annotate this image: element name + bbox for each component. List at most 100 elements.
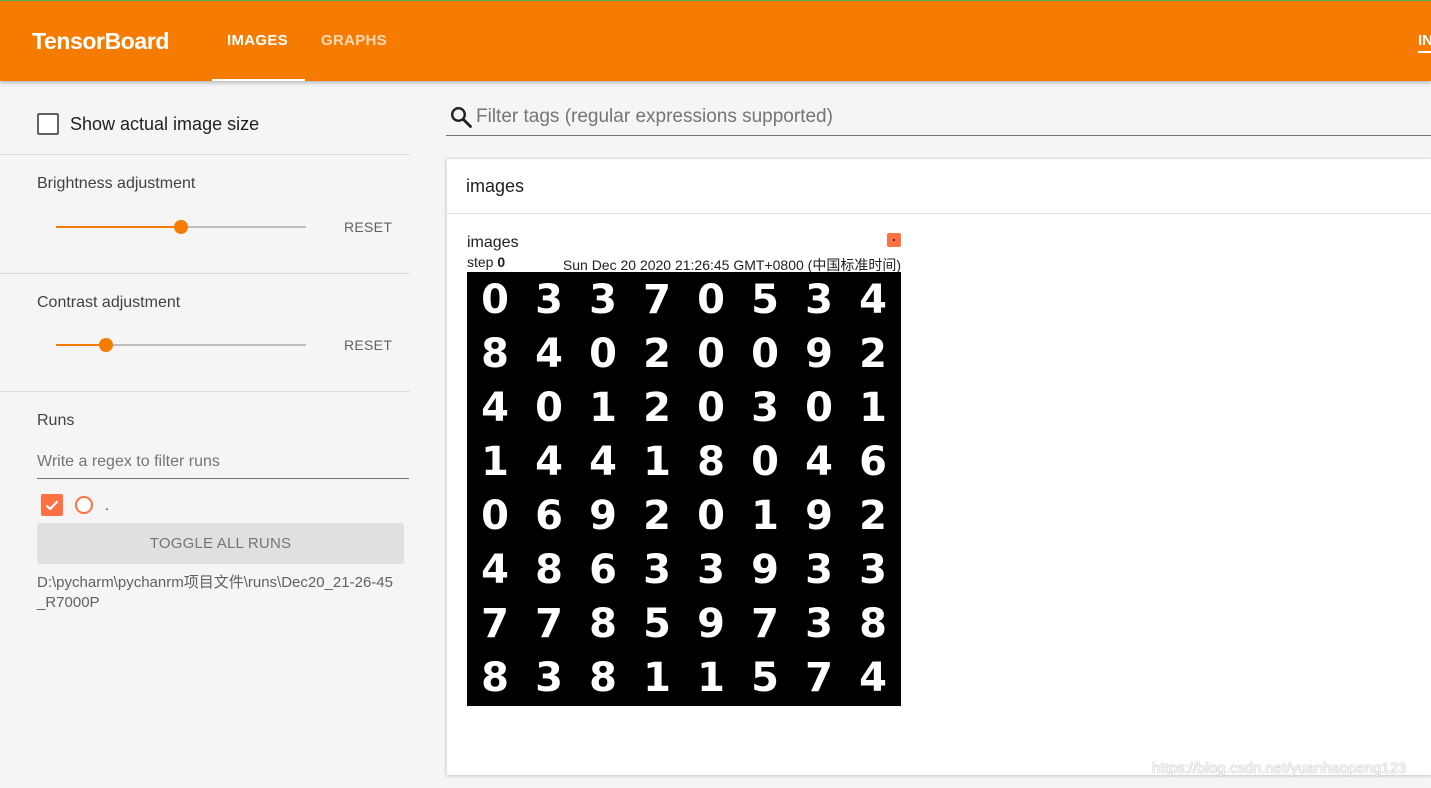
brightness-reset-button[interactable]: RESET (344, 219, 392, 235)
digit-cell: 9 (805, 331, 833, 377)
show-actual-size-toggle[interactable]: Show actual image size (37, 113, 259, 135)
toggle-all-runs-button[interactable]: TOGGLE ALL RUNS (37, 523, 404, 564)
tab-overflow[interactable]: IN (1418, 1, 1431, 81)
digit-cell: 8 (481, 655, 509, 701)
tab-overflow-label: IN (1418, 31, 1431, 53)
slider-thumb[interactable] (99, 338, 113, 352)
digit-cell: 2 (643, 385, 671, 431)
run-checkbox[interactable] (41, 494, 63, 516)
digit-cell: 3 (535, 655, 563, 701)
digit-cell: 2 (643, 493, 671, 539)
digit-cell: 1 (751, 493, 779, 539)
step-value: 0 (497, 254, 506, 270)
contrast-title: Contrast adjustment (37, 294, 181, 311)
digit-cell: 2 (859, 493, 887, 539)
digit-cell: 4 (535, 439, 563, 485)
digit-cell: 8 (535, 547, 563, 593)
slider-thumb[interactable] (174, 220, 188, 234)
run-name: . (105, 497, 109, 513)
digit-cell: 0 (805, 385, 833, 431)
digit-cell: 7 (805, 655, 833, 701)
digit-cell: 4 (481, 547, 509, 593)
digit-cell: 3 (859, 547, 887, 593)
digit-cell: 6 (859, 439, 887, 485)
digit-cell: 9 (751, 547, 779, 593)
digit-cell: 3 (535, 277, 563, 323)
digit-cell: 3 (805, 277, 833, 323)
run-filter-input[interactable] (37, 449, 409, 479)
digit-cell: 2 (859, 331, 887, 377)
log-directory-path: D:\pycharm\pychanrm项目文件\runs\Dec20_21-26… (37, 574, 393, 611)
digit-cell: 8 (697, 439, 725, 485)
digit-cell: 1 (481, 439, 509, 485)
digit-cell: 8 (589, 601, 617, 647)
digit-cell: 1 (859, 385, 887, 431)
divider (0, 154, 410, 155)
digit-cell: 0 (481, 493, 509, 539)
digit-cell: 0 (697, 493, 725, 539)
digit-cell: 8 (589, 655, 617, 701)
digit-cell: 0 (697, 385, 725, 431)
contrast-slider[interactable] (56, 335, 306, 355)
tag-filter (446, 99, 1431, 136)
tab-graphs[interactable]: GRAPHS (306, 1, 402, 81)
search-icon (450, 106, 472, 128)
top-app-bar: TensorBoard IMAGES GRAPHS IN (0, 0, 1431, 81)
show-actual-size-label: Show actual image size (70, 113, 260, 134)
images-card: images images step 0 Sun Dec 20 2020 21:… (446, 158, 1431, 775)
digit-cell: 8 (859, 601, 887, 647)
watermark: https://blog.csdn.net/yuanhaopeng123 (1152, 760, 1407, 777)
digit-cell: 4 (805, 439, 833, 485)
digit-cell: 5 (643, 601, 671, 647)
tag-filter-input[interactable] (476, 103, 1426, 131)
digit-cell: 6 (535, 493, 563, 539)
brightness-slider[interactable] (56, 217, 306, 237)
sidebar: Show actual image size Brightness adjust… (0, 81, 410, 788)
digit-cell: 4 (859, 277, 887, 323)
digit-cell: 7 (481, 601, 509, 647)
digit-cell: 0 (481, 277, 509, 323)
mnist-image-grid[interactable]: 0337053484020092401203011441804606920192… (467, 272, 901, 706)
digit-cell: 0 (697, 331, 725, 377)
digit-cell: 9 (697, 601, 725, 647)
contrast-reset-button[interactable]: RESET (344, 337, 392, 353)
digit-cell: 4 (481, 385, 509, 431)
run-item: . (41, 494, 109, 516)
runs-title: Runs (37, 412, 75, 429)
digit-cell: 1 (589, 385, 617, 431)
tab-images[interactable]: IMAGES (212, 1, 305, 81)
step-label: step (467, 254, 494, 270)
slider-fill (56, 226, 181, 228)
digit-cell: 0 (697, 277, 725, 323)
digit-cell: 3 (751, 385, 779, 431)
digit-cell: 4 (535, 331, 563, 377)
image-tag-name: images (467, 234, 519, 251)
digit-cell: 1 (643, 439, 671, 485)
digit-cell: 0 (751, 331, 779, 377)
run-color-dot[interactable] (75, 496, 93, 514)
digit-cell: 5 (751, 277, 779, 323)
card-header[interactable]: images (447, 159, 1431, 214)
digit-cell: 2 (643, 331, 671, 377)
divider (0, 391, 410, 392)
digit-cell: 3 (805, 601, 833, 647)
digit-cell: 0 (751, 439, 779, 485)
show-actual-size-checkbox[interactable] (37, 113, 59, 135)
digit-cell: 3 (643, 547, 671, 593)
digit-cell: 9 (589, 493, 617, 539)
app-title: TensorBoard (32, 28, 170, 54)
digit-cell: 0 (589, 331, 617, 377)
brightness-title: Brightness adjustment (37, 175, 196, 192)
digit-cell: 3 (697, 547, 725, 593)
step-indicator: step 0 (467, 254, 505, 270)
digit-cell: 7 (535, 601, 563, 647)
digit-cell: 1 (697, 655, 725, 701)
digit-cell: 4 (859, 655, 887, 701)
digit-cell: 7 (643, 277, 671, 323)
digit-cell: 8 (481, 331, 509, 377)
digit-cell: 0 (535, 385, 563, 431)
digit-cell: 3 (805, 547, 833, 593)
digit-cell: 5 (751, 655, 779, 701)
card-title: images (466, 176, 525, 196)
digit-cell: 4 (589, 439, 617, 485)
